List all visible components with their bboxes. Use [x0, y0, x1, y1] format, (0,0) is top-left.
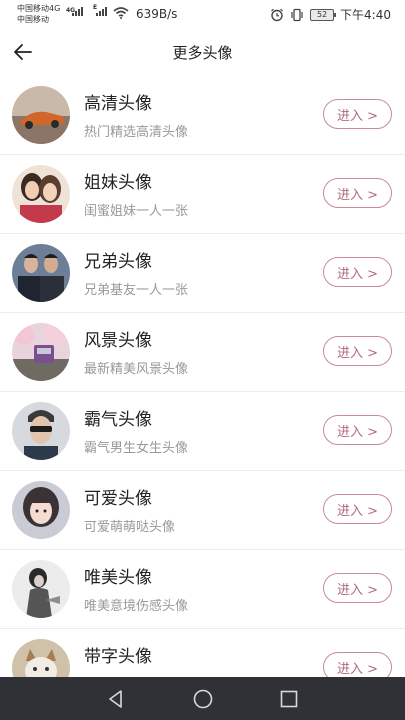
avatar-category-list: 高清头像 热门精选高清头像 进入 > 姐妹头像 闺蜜姐妹一人一张 进入 > 兄弟… — [0, 76, 405, 708]
item-title: 姐妹头像 — [84, 173, 152, 193]
item-subtitle: 闺蜜姐妹一人一张 — [84, 204, 189, 219]
landscape-thumbnail-icon — [12, 323, 70, 381]
item-title: 高清头像 — [84, 94, 152, 114]
avatar — [12, 323, 70, 381]
item-title: 风景头像 — [84, 331, 152, 351]
system-nav-bar — [0, 677, 405, 720]
carrier-info: 中国移动4G 中国移动 — [17, 3, 60, 25]
item-subtitle: 兄弟基友一人一张 — [84, 283, 189, 298]
triangle-back-icon[interactable] — [104, 687, 128, 711]
avatar — [12, 244, 70, 302]
carrier-2: 中国移动 — [17, 15, 49, 24]
item-title: 霸气头像 — [84, 410, 152, 430]
item-title: 唯美头像 — [84, 568, 152, 588]
car-thumbnail-icon — [12, 86, 70, 144]
enter-button[interactable]: 进入 > — [323, 336, 392, 366]
item-subtitle: 唯美意境伤感头像 — [84, 599, 189, 614]
cool-thumbnail-icon — [12, 402, 70, 460]
alarm-icon — [271, 8, 283, 21]
network-speed: 639B/s — [136, 7, 178, 21]
signal-icon-2 — [96, 7, 107, 16]
title-bar: 更多头像 — [0, 30, 405, 76]
avatar — [12, 402, 70, 460]
avatar — [12, 165, 70, 223]
aesthetic-thumbnail-icon — [12, 560, 70, 618]
square-recents-icon[interactable] — [277, 687, 301, 711]
sisters-thumbnail-icon — [12, 165, 70, 223]
item-subtitle: 霸气男生女生头像 — [84, 441, 189, 456]
enter-button[interactable]: 进入 > — [323, 494, 392, 524]
avatar — [12, 86, 70, 144]
enter-button[interactable]: 进入 > — [323, 257, 392, 287]
wifi-icon — [113, 7, 129, 19]
cute-thumbnail-icon — [12, 481, 70, 539]
enter-button[interactable]: 进入 > — [323, 415, 392, 445]
circle-home-icon[interactable] — [191, 687, 215, 711]
signal-icon — [72, 7, 83, 16]
item-subtitle: 最新精美风景头像 — [84, 362, 189, 377]
list-item[interactable]: 高清头像 热门精选高清头像 进入 > — [0, 76, 405, 155]
status-bar: 中国移动4G 中国移动 4G E 639B/s 52 下午4:40 — [0, 0, 405, 30]
clock: 下午4:40 — [340, 8, 391, 22]
item-title: 兄弟头像 — [84, 252, 152, 272]
item-title: 带字头像 — [84, 647, 152, 667]
enter-button[interactable]: 进入 > — [323, 99, 392, 129]
page-title: 更多头像 — [172, 44, 233, 62]
list-item[interactable]: 风景头像 最新精美风景头像 进入 > — [0, 313, 405, 392]
item-subtitle: 热门精选高清头像 — [84, 125, 189, 140]
brothers-thumbnail-icon — [12, 244, 70, 302]
vibrate-icon — [291, 8, 303, 21]
carrier-1: 中国移动4G — [17, 4, 61, 13]
list-item[interactable]: 霸气头像 霸气男生女生头像 进入 > — [0, 392, 405, 471]
list-item[interactable]: 唯美头像 唯美意境伤感头像 进入 > — [0, 550, 405, 629]
avatar — [12, 481, 70, 539]
item-title: 可爱头像 — [84, 489, 152, 509]
list-item[interactable]: 可爱头像 可爱萌萌哒头像 进入 > — [0, 471, 405, 550]
list-item[interactable]: 姐妹头像 闺蜜姐妹一人一张 进入 > — [0, 155, 405, 234]
item-subtitle: 可爱萌萌哒头像 — [84, 520, 176, 535]
enter-button[interactable]: 进入 > — [323, 573, 392, 603]
avatar — [12, 560, 70, 618]
battery-icon: 52 — [310, 8, 337, 21]
list-item[interactable]: 兄弟头像 兄弟基友一人一张 进入 > — [0, 234, 405, 313]
enter-button[interactable]: 进入 > — [323, 178, 392, 208]
